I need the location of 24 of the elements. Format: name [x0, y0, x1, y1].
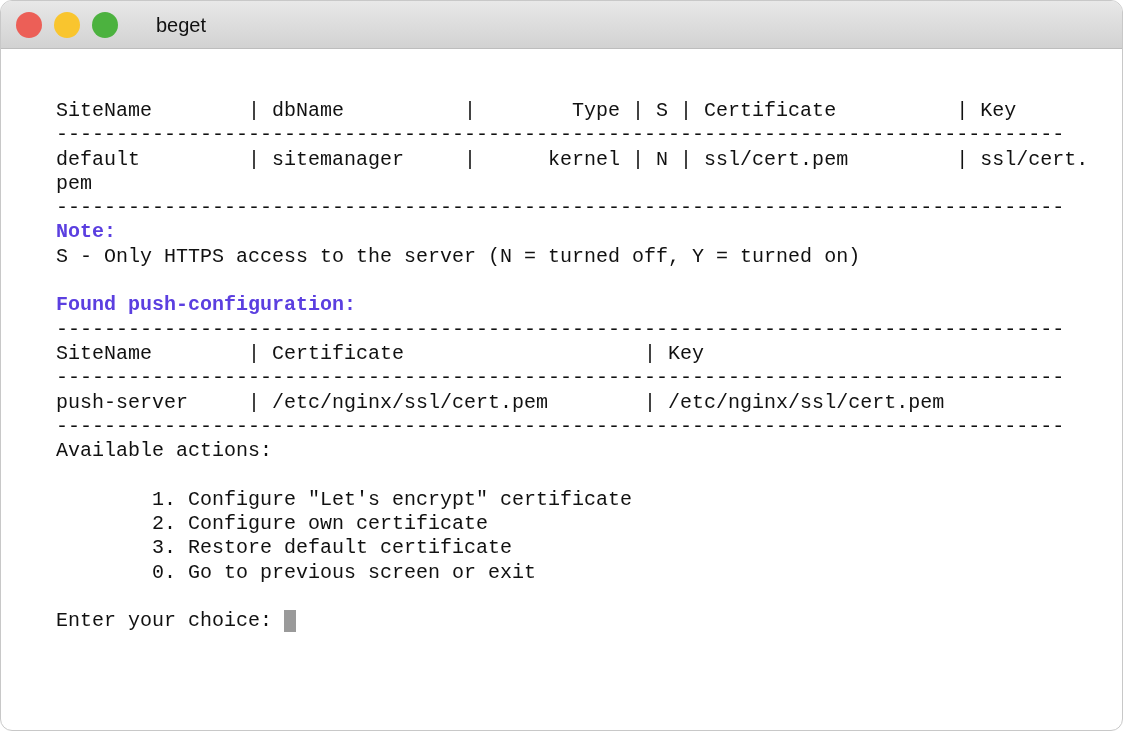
section-heading: Note:: [56, 220, 116, 245]
terminal-line: default | sitemanager | kernel | N | ssl/cert.pem | ssl/cert.: [56, 147, 1089, 172]
terminal-line: pem: [56, 171, 92, 197]
terminal-line: 3. Restore default certificate: [151, 536, 513, 561]
terminal-line: ------------------------------------------------------------------------------------: [56, 414, 1065, 440]
terminal-line: SiteName | dbName | Type | S | Certificate | Key: [56, 99, 1017, 124]
text-cursor: [284, 610, 297, 633]
terminal-line: ------------------------------------------------------------------------------------: [56, 317, 1065, 342]
terminal-line: push-server | /etc/nginx/ssl/cert.pem | /etc/nginx/ssl/cert.pem: [56, 390, 945, 415]
prompt-text: Enter your choice:: [56, 609, 274, 634]
terminal-line: ------------------------------------------------------------------------------------: [56, 366, 1065, 391]
maximize-button[interactable]: [92, 11, 118, 38]
terminal-line: SiteName | Certificate | Key: [56, 341, 705, 367]
terminal-line: 1. Configure "Let's encrypt" certificate: [151, 487, 633, 513]
terminal-line: Available actions:: [56, 439, 273, 464]
close-button[interactable]: [16, 11, 42, 38]
terminal-line: S - Only HTTPS access to the server (N = turned off, Y = turned on): [56, 244, 861, 270]
terminal-line: 0. Go to previous screen or exit: [151, 560, 537, 585]
terminal-line: 2. Configure own certificate: [151, 512, 489, 537]
terminal-line: ------------------------------------------------------------------------------------: [56, 196, 1065, 221]
window-title: beget: [156, 12, 207, 38]
minimize-button[interactable]: [54, 11, 80, 38]
section-heading: Found push-configuration:: [56, 293, 357, 318]
terminal-line: ------------------------------------------------------------------------------------: [56, 123, 1065, 148]
